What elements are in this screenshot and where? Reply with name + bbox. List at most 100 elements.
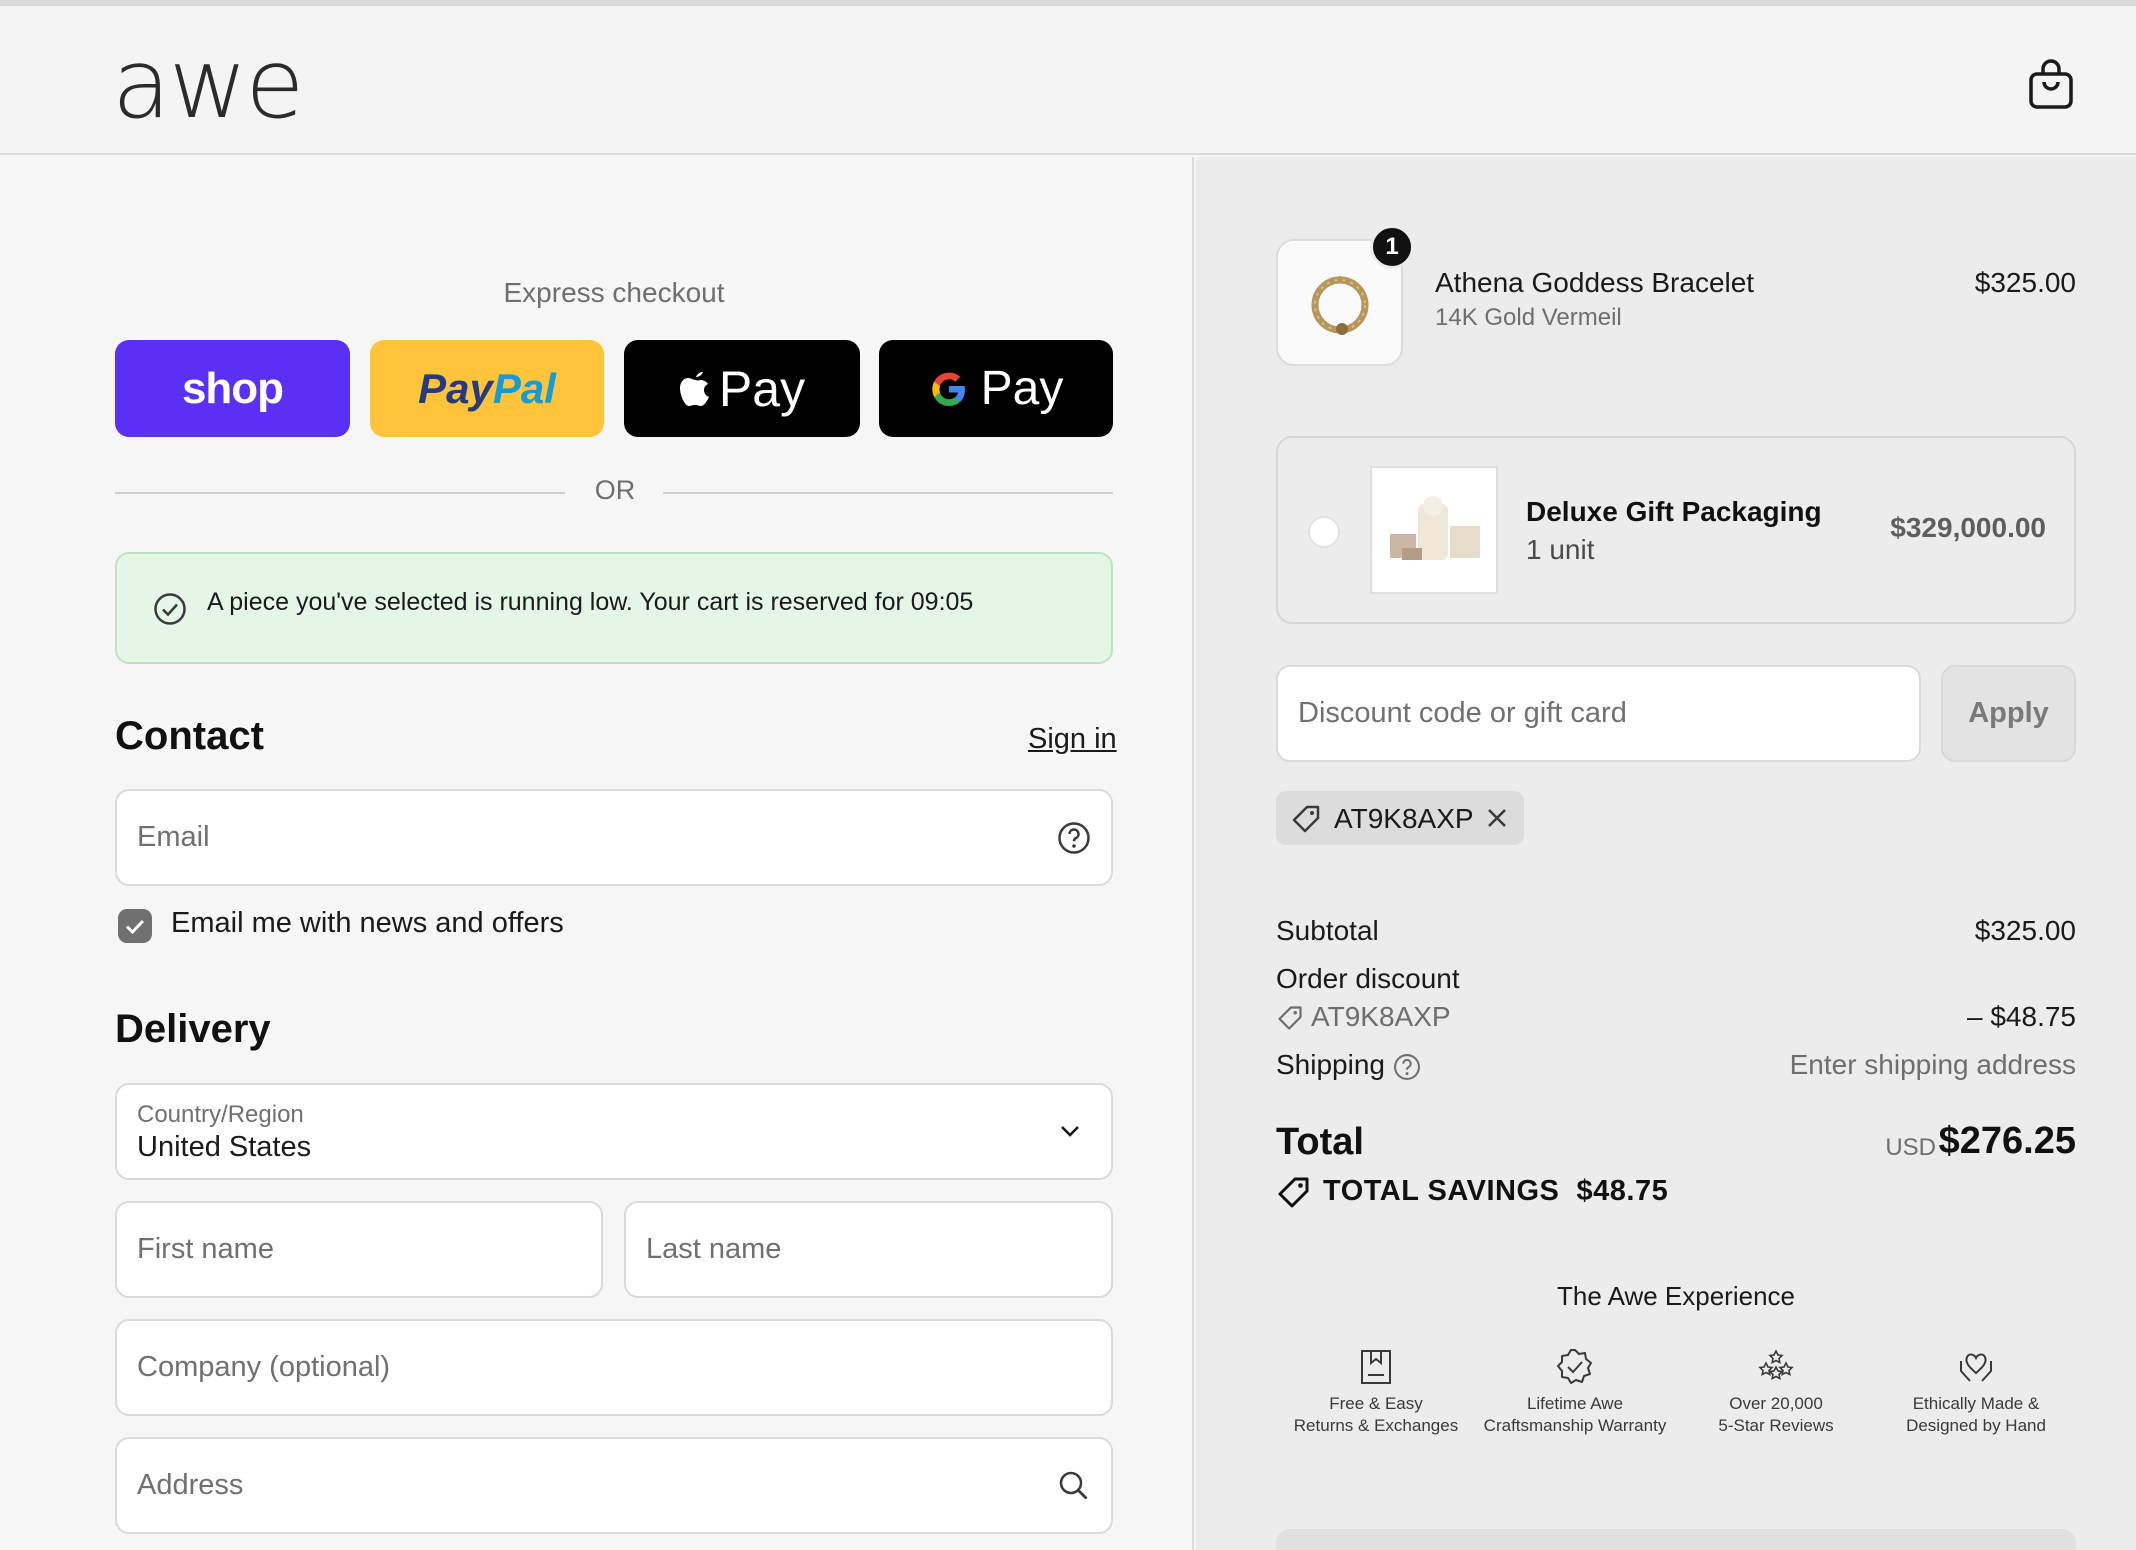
newsletter-checkbox[interactable] — [118, 909, 152, 943]
experience-text-reviews: Over 20,000 5-Star Reviews — [1676, 1393, 1876, 1437]
quantity-badge: 1 — [1370, 225, 1414, 269]
remove-code-icon[interactable] — [1484, 805, 1510, 831]
product-variant: 14K Gold Vermeil — [1435, 304, 1622, 331]
discount-code-input[interactable] — [1298, 667, 1898, 760]
savings-tag-icon — [1278, 1177, 1309, 1208]
country-label: Country/Region — [137, 1101, 304, 1128]
heart-hands-icon — [1960, 1353, 1992, 1382]
express-checkout-title: Express checkout — [503, 277, 725, 308]
discount-tag-icon — [1278, 1006, 1302, 1030]
last-name-field[interactable] — [646, 1203, 1051, 1296]
order-discount-value: – $48.75 — [1967, 1001, 2076, 1032]
paypal-label-pal: Pal — [492, 364, 556, 412]
notice-text: A piece you've selected is running low. … — [207, 588, 974, 616]
total-savings: TOTAL SAVINGS $48.75 — [1323, 1175, 1668, 1208]
gift-boxes-image — [1390, 496, 1480, 560]
product-title: Athena Goddess Bracelet — [1435, 267, 1755, 298]
last-name-container — [624, 1201, 1113, 1298]
upsell-subtitle: 1 unit — [1526, 534, 1595, 565]
shipping-value: Enter shipping address — [1789, 1049, 2076, 1080]
email-field-container — [115, 789, 1113, 886]
savings-value: $48.75 — [1576, 1175, 1669, 1207]
order-discount-label: Order discount — [1276, 963, 1460, 994]
chevron-down-icon — [1061, 1126, 1079, 1137]
experience-item-ethical: Ethically Made & Designed by Hand — [1876, 1347, 2076, 1437]
first-name-field[interactable] — [137, 1203, 541, 1296]
warranty-line1: Lifetime Awe — [1526, 1394, 1624, 1413]
order-summary: 1 Athena Goddess Bracelet 14K Gold Verme… — [1196, 157, 2136, 1550]
email-field[interactable] — [137, 791, 1051, 884]
google-pay-button[interactable]: Pay — [879, 340, 1113, 437]
gift-packaging-upsell[interactable]: Deluxe Gift Packaging 1 unit $329,000.00 — [1276, 436, 2076, 624]
experience-item-returns: Free & Easy Returns & Exchanges — [1276, 1347, 1476, 1437]
experience-text-warranty: Lifetime Awe Craftsmanship Warranty — [1475, 1393, 1675, 1437]
country-select[interactable]: Country/Region United States — [115, 1083, 1113, 1180]
experience-text-ethical: Ethically Made & Designed by Hand — [1876, 1393, 2076, 1437]
apply-discount-button[interactable]: Apply — [1941, 665, 2076, 762]
cut-off-panel — [1276, 1529, 2076, 1550]
ethical-line2: Designed by Hand — [1906, 1416, 2046, 1435]
shop-pay-label: shop — [181, 363, 284, 413]
ethical-line1: Ethically Made & — [1912, 1394, 2040, 1413]
paypal-button[interactable]: Pay Pal — [370, 340, 604, 437]
experience-item-reviews: Over 20,000 5-Star Reviews — [1676, 1347, 1876, 1437]
contact-title: Contact — [115, 714, 264, 758]
country-value: United States — [137, 1131, 312, 1163]
divider-right — [663, 492, 1113, 494]
experience-item-warranty: Lifetime Awe Craftsmanship Warranty — [1475, 1347, 1675, 1437]
address-field[interactable] — [137, 1439, 1051, 1532]
product-price: $325.00 — [1974, 267, 2076, 298]
help-circle-icon[interactable] — [1057, 821, 1091, 855]
discount-field-container — [1276, 665, 1921, 762]
divider-left — [115, 492, 565, 494]
paypal-label-pay: Pay — [418, 364, 493, 412]
reviews-line2: 5-Star Reviews — [1718, 1416, 1834, 1435]
apply-label: Apply — [1968, 697, 2049, 729]
first-name-container — [115, 1201, 603, 1298]
stars-icon — [1758, 1349, 1794, 1380]
experience-text-returns: Free & Easy Returns & Exchanges — [1276, 1393, 1476, 1437]
google-logo-icon — [931, 372, 965, 406]
logo[interactable]: awe — [112, 34, 304, 134]
apple-pay-label: Pay — [718, 360, 806, 417]
shop-pay-button[interactable]: shop — [115, 340, 350, 437]
savings-label: TOTAL SAVINGS — [1323, 1175, 1560, 1207]
subtotal-label: Subtotal — [1276, 915, 1379, 946]
delivery-title: Delivery — [115, 1007, 271, 1051]
shipping-help-icon[interactable] — [1393, 1053, 1421, 1081]
total-label: Total — [1276, 1121, 1364, 1163]
applied-code-chip: AT9K8AXP — [1276, 791, 1524, 845]
or-divider-text: OR — [594, 475, 636, 505]
tag-icon — [1292, 805, 1320, 833]
checkmark-icon — [125, 919, 145, 935]
subtotal-value: $325.00 — [1974, 915, 2076, 946]
returns-line1: Free & Easy — [1329, 1394, 1423, 1413]
apple-pay-button[interactable]: Pay — [624, 340, 860, 437]
warranty-badge-icon — [1557, 1349, 1592, 1384]
shipping-label: Shipping — [1276, 1049, 1385, 1080]
reviews-line1: Over 20,000 — [1729, 1394, 1823, 1413]
checkout-form: Express checkout shop Pay Pal Pay Pay OR … — [0, 157, 1194, 1550]
upsell-price: $329,000.00 — [1890, 512, 2046, 543]
google-pay-label: Pay — [980, 362, 1064, 415]
company-container — [115, 1319, 1113, 1416]
cart-reserved-notice: A piece you've selected is running low. … — [115, 552, 1113, 664]
newsletter-label: Email me with news and offers — [171, 907, 564, 939]
sign-in-link[interactable]: Sign in — [1028, 723, 1117, 756]
check-circle-icon — [154, 593, 186, 625]
gift-packaging-radio[interactable] — [1308, 516, 1340, 548]
returns-line2: Returns & Exchanges — [1293, 1416, 1459, 1435]
warranty-line2: Craftsmanship Warranty — [1483, 1416, 1667, 1435]
total-currency: USD — [1885, 1134, 1936, 1161]
experience-title: The Awe Experience — [1557, 1281, 1795, 1311]
apple-logo-icon — [679, 371, 709, 406]
return-box-icon — [1361, 1350, 1391, 1384]
header: awe — [0, 0, 2136, 155]
total-value: $276.25 — [1938, 1120, 2076, 1162]
shopping-bag-icon[interactable] — [2028, 58, 2074, 110]
upsell-title: Deluxe Gift Packaging — [1526, 496, 1822, 527]
address-container — [115, 1437, 1113, 1534]
order-discount-code: AT9K8AXP — [1311, 1001, 1451, 1032]
applied-code-text: AT9K8AXP — [1334, 803, 1474, 834]
company-field[interactable] — [137, 1321, 1051, 1414]
